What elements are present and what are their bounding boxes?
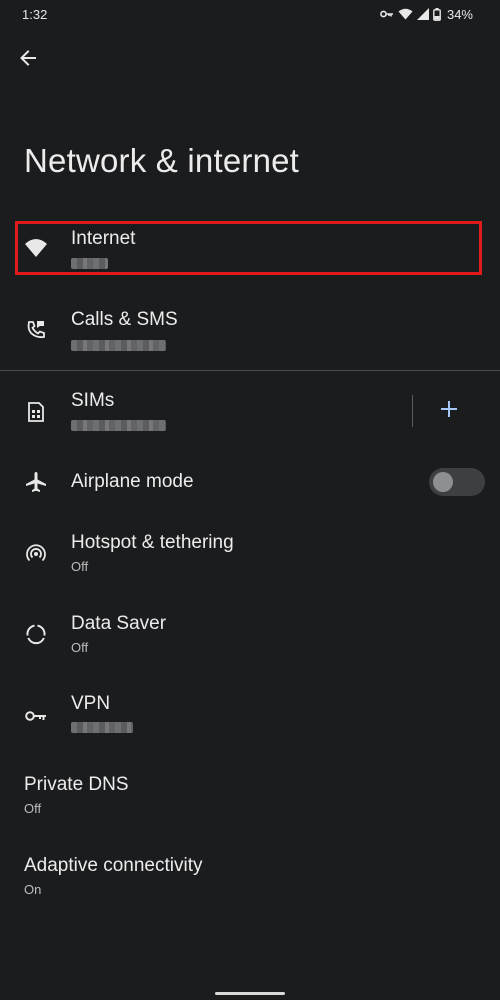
settings-item-calls-sms[interactable]: Calls & SMS	[0, 294, 500, 364]
settings-item-title: VPN	[71, 693, 111, 714]
settings-item-data-saver[interactable]: Data Saver Off	[0, 608, 500, 678]
settings-item-airplane-mode[interactable]: Airplane mode	[0, 447, 420, 517]
settings-item-title: Hotspot & tethering	[71, 532, 234, 553]
battery-status-icon	[433, 7, 441, 21]
settings-item-sims[interactable]: SIMs	[0, 376, 410, 446]
vpn-key-icon	[22, 702, 50, 730]
settings-item-title: Airplane mode	[71, 471, 194, 492]
settings-item-title: Data Saver	[71, 613, 167, 634]
toggle-thumb	[433, 472, 453, 492]
calls-sms-icon	[22, 316, 50, 344]
settings-item-title: Adaptive connectivity	[24, 855, 203, 876]
section-divider	[0, 370, 500, 371]
battery-percentage: 34%	[446, 6, 473, 22]
status-bar: 1:32 34%	[0, 0, 500, 30]
settings-item-title: Private DNS	[24, 774, 129, 795]
sim-card-icon	[22, 398, 50, 426]
settings-item-subtitle: Off	[71, 559, 89, 574]
settings-item-adaptive-connectivity[interactable]: Adaptive connectivity On	[0, 850, 500, 920]
redacted-carrier-name	[71, 340, 166, 351]
plus-icon	[440, 400, 458, 423]
settings-item-internet[interactable]: Internet	[0, 212, 500, 282]
status-icons: 34%	[380, 6, 473, 22]
vpn-key-status-icon	[380, 9, 394, 19]
signal-status-icon	[416, 8, 429, 20]
settings-item-hotspot[interactable]: Hotspot & tethering Off	[0, 527, 500, 597]
airplane-mode-toggle[interactable]	[429, 468, 485, 496]
settings-item-subtitle: Off	[24, 801, 42, 816]
hotspot-icon	[22, 539, 50, 567]
settings-item-vpn[interactable]: VPN	[0, 688, 500, 758]
settings-item-title: SIMs	[71, 390, 115, 411]
page-title: Network & internet	[24, 142, 300, 179]
redacted-network-name	[71, 258, 108, 269]
settings-item-subtitle: Off	[71, 640, 89, 655]
airplane-icon	[22, 468, 50, 496]
wifi-status-icon	[398, 8, 413, 20]
settings-item-title: Internet	[71, 228, 136, 249]
settings-item-subtitle: On	[24, 882, 42, 897]
add-sim-button[interactable]	[434, 396, 464, 426]
navigation-handle[interactable]	[215, 992, 285, 995]
settings-item-private-dns[interactable]: Private DNS Off	[0, 769, 500, 839]
vertical-divider	[412, 395, 413, 427]
back-button[interactable]	[14, 46, 42, 74]
wifi-icon	[22, 234, 50, 262]
settings-item-title: Calls & SMS	[71, 309, 178, 330]
data-saver-icon	[22, 620, 50, 648]
redacted-sim-name	[71, 420, 166, 431]
back-arrow-icon	[19, 49, 37, 72]
status-time: 1:32	[22, 7, 48, 22]
redacted-vpn-name	[71, 722, 133, 733]
